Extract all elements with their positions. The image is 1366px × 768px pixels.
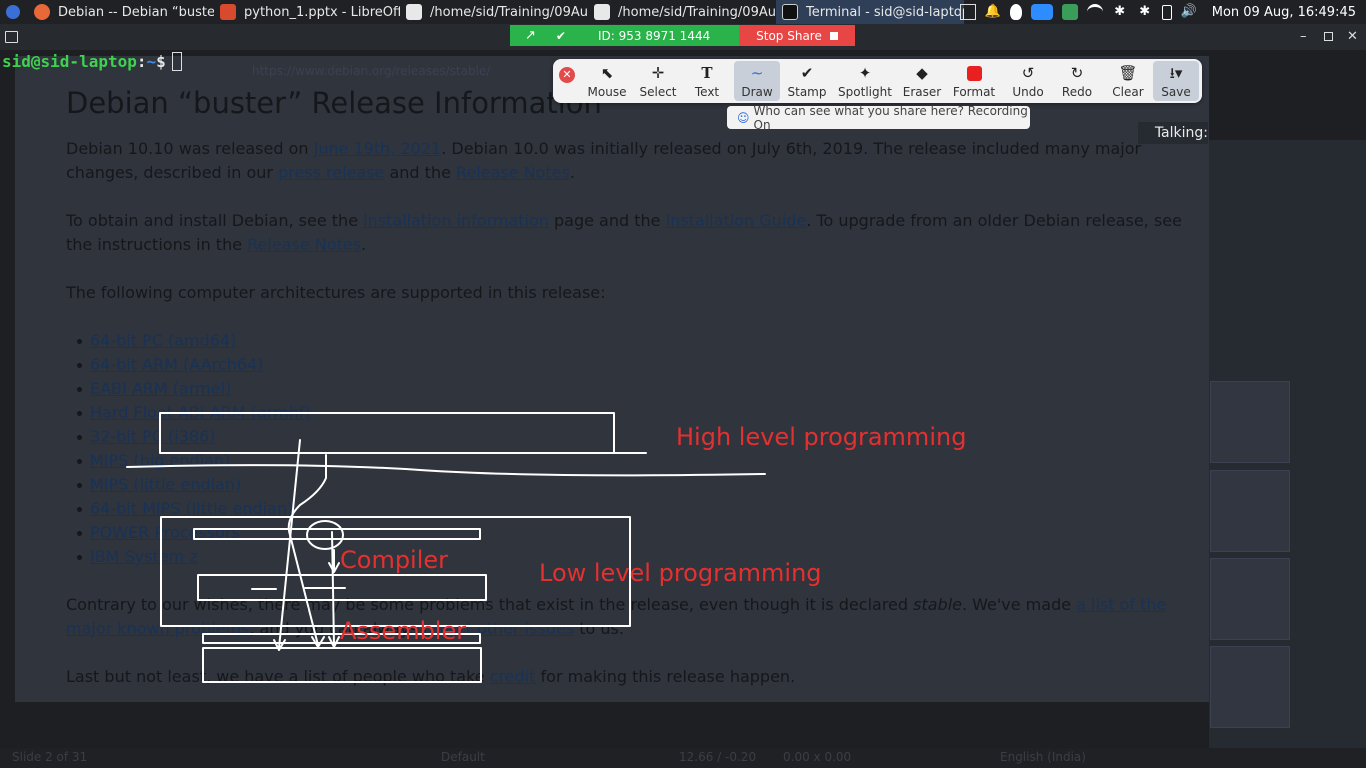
- tool-format[interactable]: Format: [951, 61, 997, 101]
- spotlight-wand-icon: ✦: [858, 64, 872, 82]
- draw-squiggle-icon: ∼: [750, 64, 764, 82]
- annotation-high-level: High level programming: [676, 423, 967, 451]
- tool-label: Select: [639, 85, 677, 99]
- color-swatch-icon: [966, 63, 982, 85]
- ink-arrow-1: [273, 439, 301, 651]
- annotation-compiler: Compiler: [340, 546, 449, 574]
- tool-stamp[interactable]: ✔ Stamp: [784, 61, 830, 101]
- tool-label: Redo: [1061, 85, 1093, 99]
- share-visibility-hint[interactable]: ☺ Who can see what you share here? Recor…: [727, 103, 1030, 132]
- tool-clear[interactable]: 🗑 Clear: [1105, 61, 1151, 101]
- tool-label: Eraser: [902, 85, 942, 99]
- ink-divider-line: [126, 464, 766, 477]
- ink-arrow-4: [328, 549, 340, 573]
- move-icon: ✛: [651, 64, 665, 82]
- ink-box-high-level: [159, 412, 647, 454]
- tool-mouse[interactable]: ⬉ Mouse: [584, 61, 630, 101]
- tool-save[interactable]: ⭳▾ Save: [1153, 61, 1199, 101]
- redo-icon: ↻: [1070, 64, 1084, 82]
- tool-label: Spotlight: [838, 85, 892, 99]
- tool-spotlight[interactable]: ✦ Spotlight: [837, 61, 893, 101]
- who-can-see-label: Who can see what you share here? Recordi…: [753, 103, 1028, 132]
- checkmark-icon: ✔: [800, 64, 814, 82]
- mouse-pointer-icon: ⬉: [600, 64, 614, 82]
- ink-scribble-circle: [306, 520, 344, 550]
- annotation-toolbar: ✕ ⬉ Mouse ✛ Select T Text ∼ Draw ✔ Stamp ✦ Spo…: [553, 59, 1202, 103]
- annotation-low-level: Low level programming: [539, 559, 822, 587]
- save-download-icon: ⭳▾: [1169, 64, 1183, 82]
- eraser-icon: ◆: [916, 64, 928, 82]
- ink-box-bar-1: [193, 528, 481, 540]
- tool-label: Stamp: [787, 85, 827, 99]
- close-annotation-icon[interactable]: ✕: [559, 67, 575, 83]
- tool-label: Format: [952, 85, 996, 99]
- text-icon: T: [701, 64, 713, 82]
- trash-icon: 🗑: [1118, 64, 1138, 82]
- annotation-ink: [126, 412, 766, 683]
- tool-label: Mouse: [587, 85, 627, 99]
- tool-eraser[interactable]: ◆ Eraser: [899, 61, 945, 101]
- tool-text[interactable]: T Text: [684, 61, 730, 101]
- person-icon: ☺: [737, 110, 750, 125]
- talking-indicator: Talking:: [1138, 122, 1208, 144]
- ink-arrow-2: [287, 454, 327, 648]
- tool-undo[interactable]: ↺ Undo: [1005, 61, 1051, 101]
- tool-label: Clear: [1112, 85, 1144, 99]
- annotation-assembler: Assembler: [340, 617, 467, 645]
- tool-label: Text: [694, 85, 720, 99]
- ink-dashes: [251, 587, 346, 590]
- undo-icon: ↺: [1021, 64, 1035, 82]
- tool-label: Save: [1161, 85, 1191, 99]
- tool-select[interactable]: ✛ Select: [635, 61, 681, 101]
- tool-draw[interactable]: ∼ Draw: [734, 61, 780, 101]
- tool-label: Draw: [741, 85, 773, 99]
- tool-label: Undo: [1012, 85, 1044, 99]
- ink-box-bar-4: [202, 647, 482, 683]
- tool-redo[interactable]: ↻ Redo: [1054, 61, 1100, 101]
